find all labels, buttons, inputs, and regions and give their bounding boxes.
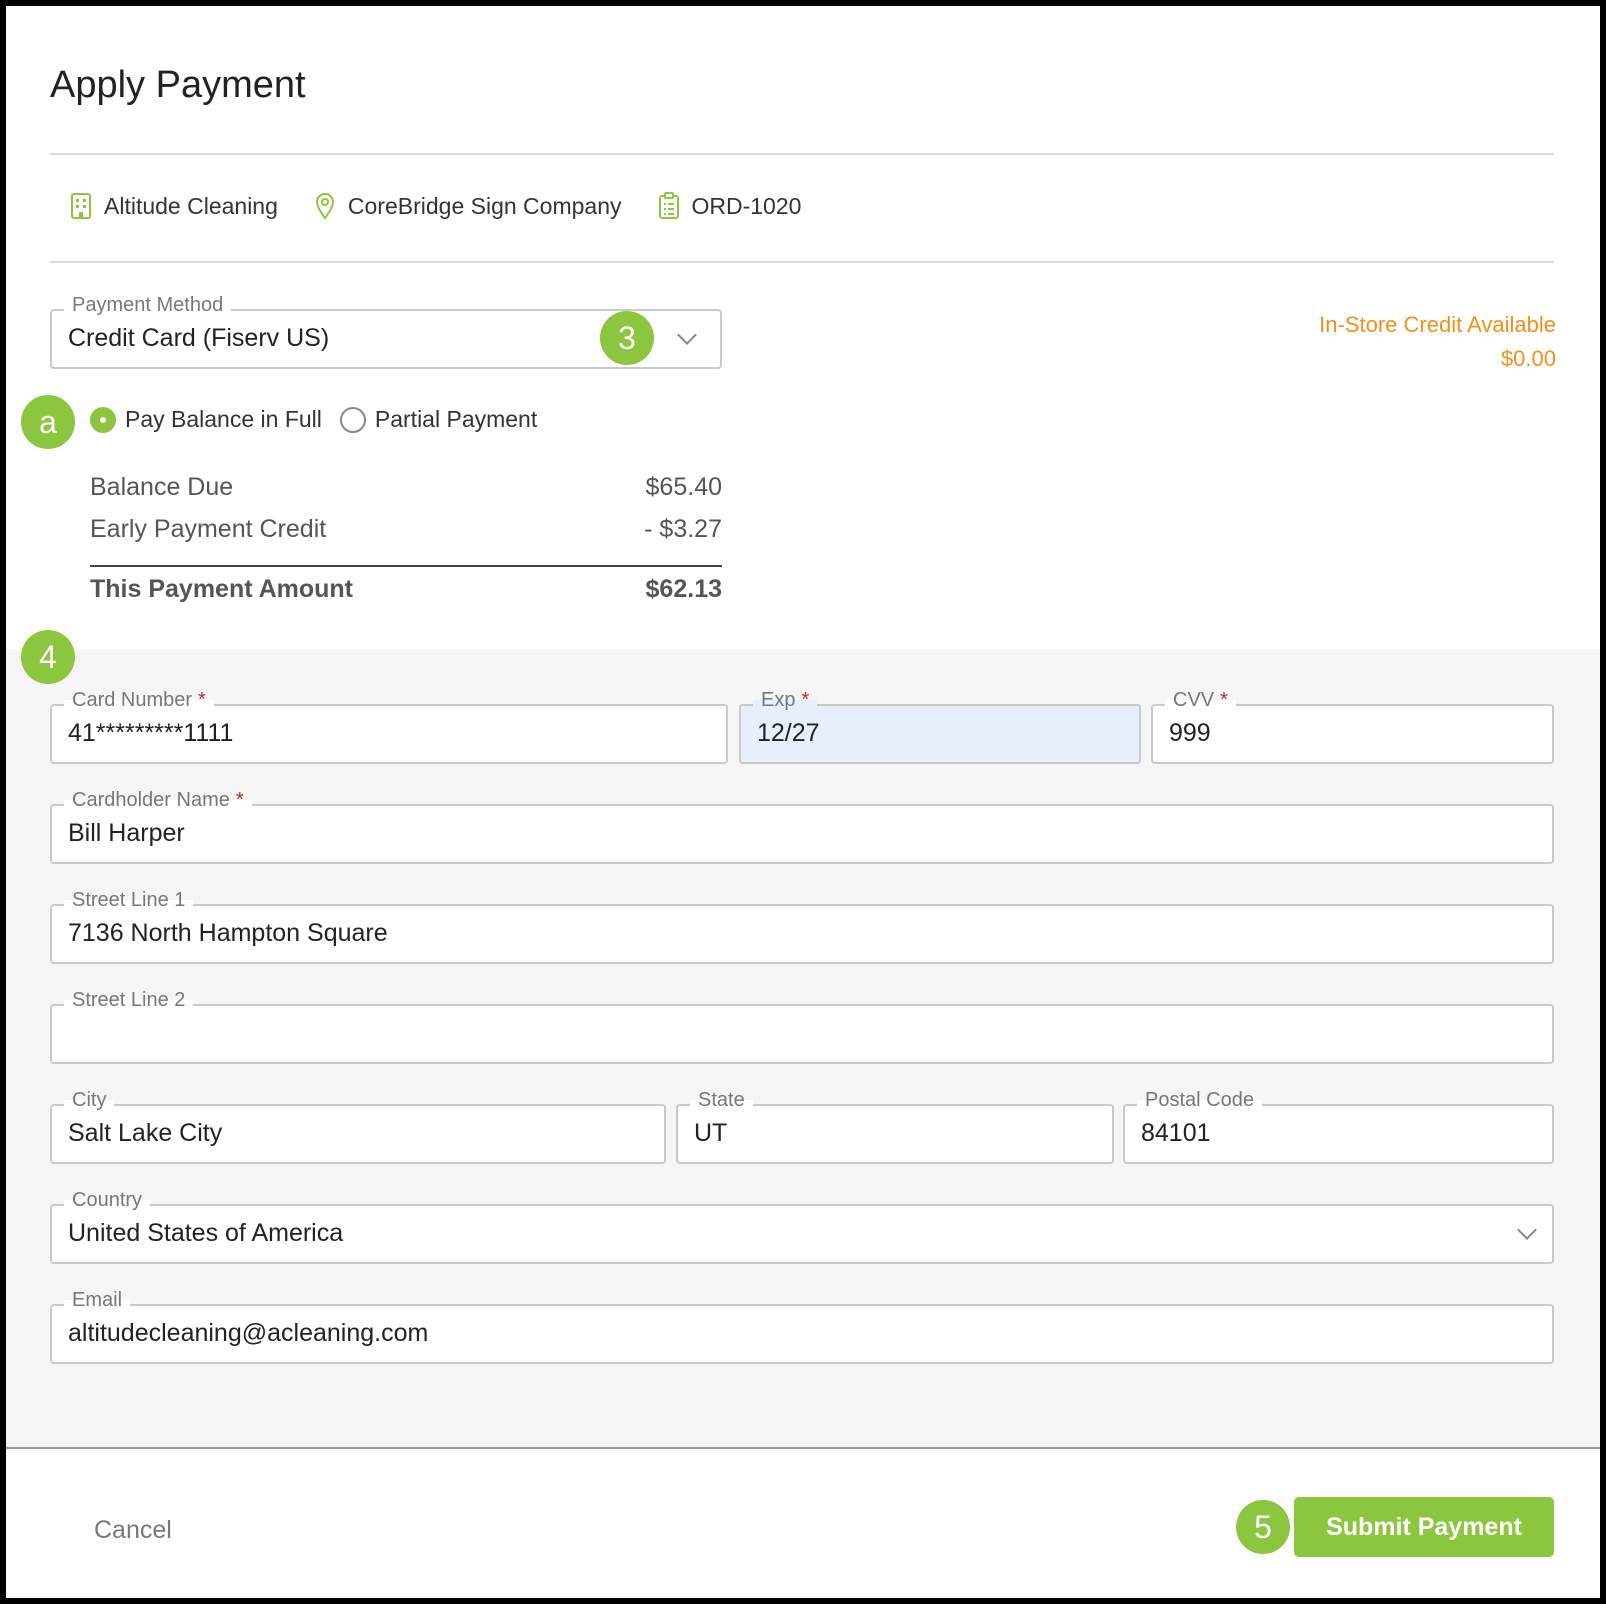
chevron-down-icon <box>1517 1220 1537 1240</box>
card-number-value: 41*********1111 <box>68 719 234 747</box>
in-store-credit-amount: $0.00 <box>1500 346 1556 371</box>
payment-amount-row: This Payment Amount $62.13 <box>90 575 722 604</box>
payment-amount-label: This Payment Amount <box>90 575 353 603</box>
company-name: Altitude Cleaning <box>104 192 278 219</box>
balance-due-row: Balance Due $65.40 <box>90 473 722 502</box>
location-name: CoreBridge Sign Company <box>347 192 622 219</box>
step-badge-4: 4 <box>21 630 75 684</box>
payment-amount-value: $62.13 <box>645 575 722 603</box>
card-number-label: Card Number * <box>64 689 214 711</box>
payment-method-value: Credit Card (Fiserv US) <box>68 324 330 352</box>
city-value: Salt Lake City <box>68 1119 223 1147</box>
cardholder-name-label: Cardholder Name * <box>64 789 252 811</box>
postal-code-value: 84101 <box>1141 1119 1211 1147</box>
pay-full-label[interactable]: Pay Balance in Full <box>125 406 322 433</box>
cardholder-name-value: Bill Harper <box>68 819 185 847</box>
dialog-title: Apply Payment <box>50 64 306 106</box>
state-label: State <box>690 1089 753 1111</box>
step-badge-5: 5 <box>1236 1500 1290 1554</box>
street-line-1-value: 7136 North Hampton Square <box>68 919 388 947</box>
payment-option-group: Pay Balance in Full Partial Payment <box>90 406 537 433</box>
postal-code-field[interactable]: Postal Code 84101 <box>1123 1089 1554 1164</box>
balance-due-value: $65.40 <box>645 473 722 501</box>
pay-full-radio[interactable] <box>90 406 116 433</box>
apply-payment-dialog: Apply Payment Altitude Cleaning CoreBrid… <box>6 6 1600 1598</box>
partial-payment-label[interactable]: Partial Payment <box>375 406 537 433</box>
balance-due-label: Balance Due <box>90 473 234 501</box>
exp-value: 12/27 <box>757 719 820 747</box>
divider <box>50 153 1554 155</box>
order-meta-bar: Altitude Cleaning CoreBridge Sign Compan… <box>70 192 837 220</box>
country-value: United States of America <box>68 1219 344 1247</box>
required-mark: * <box>235 789 244 811</box>
street-line-1-label: Street Line 1 <box>64 889 194 911</box>
cardholder-name-label-text: Cardholder Name <box>72 789 230 811</box>
cancel-button[interactable]: Cancel <box>94 1516 172 1545</box>
map-pin-icon <box>315 193 334 220</box>
required-mark: * <box>1220 689 1228 711</box>
company-meta: Altitude Cleaning <box>70 192 278 220</box>
divider <box>50 261 1554 263</box>
building-icon <box>71 193 91 219</box>
exp-field[interactable]: Exp * 12/27 <box>739 689 1141 764</box>
footer-divider <box>6 1447 1600 1449</box>
summary-divider <box>90 565 722 567</box>
street-line-1-field[interactable]: Street Line 1 7136 North Hampton Square <box>50 889 1554 964</box>
order-meta: ORD-1020 <box>658 192 802 220</box>
early-credit-value: - $3.27 <box>644 515 722 543</box>
required-mark: * <box>198 689 206 711</box>
submit-payment-button[interactable]: Submit Payment <box>1294 1497 1554 1557</box>
exp-label-text: Exp <box>761 689 796 711</box>
cvv-field[interactable]: CVV * 999 <box>1151 689 1554 764</box>
email-field[interactable]: Email altitudecleaning@acleaning.com <box>50 1289 1554 1364</box>
in-store-credit: In-Store Credit Available $0.00 <box>1319 308 1556 376</box>
in-store-credit-label: In-Store Credit Available <box>1319 312 1556 337</box>
cvv-label: CVV * <box>1165 689 1236 711</box>
order-number: ORD-1020 <box>691 192 802 219</box>
card-number-label-text: Card Number <box>72 689 193 711</box>
card-details-section: Card Number * 41*********1111 Exp * 12/27 … <box>6 649 1600 1448</box>
early-credit-row: Early Payment Credit - $3.27 <box>90 515 722 544</box>
country-select[interactable]: Country United States of America <box>50 1189 1554 1264</box>
chevron-down-icon <box>677 325 697 345</box>
state-value: UT <box>694 1119 728 1147</box>
street-line-2-field[interactable]: Street Line 2 <box>50 989 1554 1064</box>
email-value: altitudecleaning@acleaning.com <box>68 1319 429 1347</box>
step-badge-3: 3 <box>600 311 654 365</box>
email-label: Email <box>64 1289 131 1311</box>
postal-code-label: Postal Code <box>1137 1089 1262 1111</box>
state-field[interactable]: State UT <box>676 1089 1114 1164</box>
partial-payment-radio[interactable] <box>339 406 366 433</box>
country-label: Country <box>64 1189 151 1211</box>
cardholder-name-field[interactable]: Cardholder Name * Bill Harper <box>50 789 1554 864</box>
required-mark: * <box>801 689 810 711</box>
step-badge-a: a <box>21 395 75 449</box>
city-label: City <box>64 1089 115 1111</box>
cvv-value: 999 <box>1169 719 1211 747</box>
exp-label: Exp * <box>753 689 818 711</box>
payment-method-label: Payment Method <box>64 294 232 316</box>
location-meta: CoreBridge Sign Company <box>314 192 622 220</box>
city-field[interactable]: City Salt Lake City <box>50 1089 666 1164</box>
street-line-2-label: Street Line 2 <box>64 989 194 1011</box>
card-number-field[interactable]: Card Number * 41*********1111 <box>50 689 728 764</box>
early-credit-label: Early Payment Credit <box>90 515 327 543</box>
cvv-label-text: CVV <box>1173 689 1215 711</box>
clipboard-icon <box>658 192 679 219</box>
